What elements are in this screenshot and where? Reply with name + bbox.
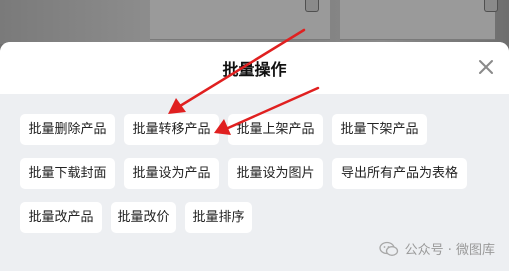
sheet-header: 批量操作 xyxy=(0,42,509,94)
wechat-icon xyxy=(378,241,398,256)
background-product-thumbnail xyxy=(150,0,330,40)
dimmed-background xyxy=(0,0,509,44)
background-checkbox xyxy=(305,0,319,12)
watermark-text: 公众号 · 微图库 xyxy=(404,243,495,258)
op-export-table[interactable]: 导出所有产品为表格 xyxy=(332,158,467,189)
op-batch-set-image[interactable]: 批量设为图片 xyxy=(228,158,323,189)
background-checkbox xyxy=(484,0,498,12)
op-batch-set-product[interactable]: 批量设为产品 xyxy=(124,158,219,189)
op-batch-unlist[interactable]: 批量下架产品 xyxy=(332,114,427,145)
op-batch-sort[interactable]: 批量排序 xyxy=(185,202,252,233)
batch-operation-sheet: 批量操作 xyxy=(0,42,509,271)
op-batch-download-cover[interactable]: 批量下载封面 xyxy=(20,158,115,189)
op-batch-edit-product[interactable]: 批量改产品 xyxy=(20,202,102,233)
background-product-thumbnail xyxy=(340,0,495,40)
op-batch-edit-price[interactable]: 批量改价 xyxy=(111,202,176,233)
close-icon xyxy=(479,60,493,74)
close-button[interactable] xyxy=(475,56,497,78)
op-batch-delete[interactable]: 批量删除产品 xyxy=(20,114,115,145)
op-batch-transfer[interactable]: 批量转移产品 xyxy=(124,114,219,145)
sheet-title: 批量操作 xyxy=(222,60,287,79)
op-batch-list[interactable]: 批量上架产品 xyxy=(228,114,323,145)
watermark: 公众号 · 微图库 xyxy=(378,239,495,258)
